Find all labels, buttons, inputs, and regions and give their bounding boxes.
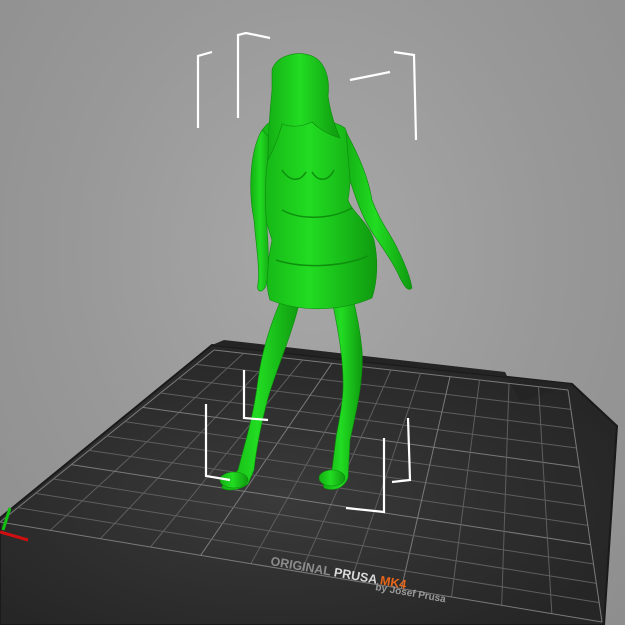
bbox-corner-top-left bbox=[196, 50, 213, 128]
bbox-corner-top-right-back bbox=[349, 70, 391, 82]
print-bed[interactable]: ORIGINAL PRUSA MK4 by Josef Prusa bbox=[0, 340, 619, 625]
bbox-corner-top-left-back bbox=[236, 31, 271, 118]
bbox-corner-top-right bbox=[393, 50, 418, 141]
3d-viewport[interactable]: ORIGINAL PRUSA MK4 by Josef Prusa bbox=[0, 0, 625, 625]
scene-canvas[interactable]: ORIGINAL PRUSA MK4 by Josef Prusa bbox=[0, 0, 625, 625]
model-right-foot bbox=[318, 469, 346, 487]
